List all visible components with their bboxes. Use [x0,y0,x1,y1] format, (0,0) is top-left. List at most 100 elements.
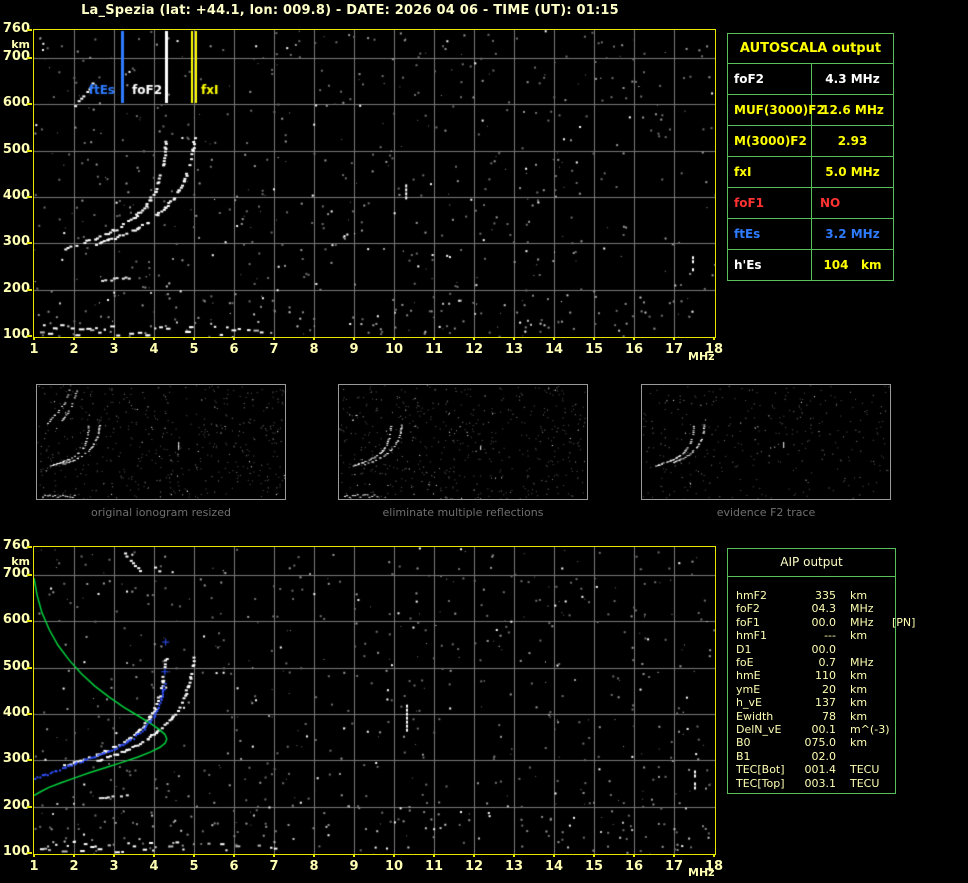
x-ticknub [393,854,395,857]
aip-row-unit: km [850,629,868,643]
aip-row-unit: MHz [850,615,874,629]
x-ticknub [473,854,475,857]
aip-row-foE: foE 0.7 MHz [728,656,895,669]
aip-row-DelN_vE: DelN_vE 00.1 m^(-3) [728,723,895,736]
aip-row-unit: TECU [850,763,880,777]
x-ticknub [153,337,155,340]
x-tick-18-chart0: 18 [704,342,724,357]
aip-row-value: 003.1 [804,776,837,790]
aip-row-label: foE [736,656,754,670]
y-tick-700-chart0: 700 [2,48,30,64]
ionogram-profile-canvas [34,547,715,854]
aip-row-unit: MHz [850,656,874,670]
aip-row-unit: km [850,589,868,602]
y-tick-500-chart1: 500 [2,658,30,674]
aip-row-extra [888,643,895,656]
aip-row-extra [888,589,895,602]
aip-row-TEC[Bot]: TEC[Bot] 001.4 TECU [728,763,895,776]
x-tick-5-chart1: 5 [189,859,199,874]
x-tick-8-chart1: 8 [309,859,319,874]
aip-row-value: 02.0 [811,749,837,763]
autoscala-row-MUF(3000)F2: MUF(3000)F2 12.6 MHz [728,95,893,126]
aip-row-label: foF2 [736,602,760,616]
y-ticknub [27,242,32,245]
autoscala-row-value: 2.93 [837,134,868,148]
aip-row-value: 0.7 [818,656,837,670]
thumbnail-f2-trace-canvas [642,385,890,499]
autoscala-row-M(3000)F2: M(3000)F2 2.93 [728,126,893,157]
x-ticknub [673,854,675,857]
aip-row-B1: B1 02.0 [728,750,895,763]
aip-table-header: AIP output [728,549,895,577]
aip-row-label: hmF1 [736,629,768,643]
aip-row-label: hmF2 [736,589,768,602]
y-ticknub [27,56,32,59]
aip-table-rows: hmF2 335 km foF2 04.3 MHz foF1 00.0 MHz [PN] hmF1 -… [728,577,915,790]
thumbnail-no-reflections-canvas [339,385,587,499]
autoscala-row-label: MUF(3000)F2 [728,95,825,125]
aip-row-unit: km [850,709,868,723]
aip-row-Ewidth: Ewidth 78 km [728,710,895,723]
x-ticknub [273,854,275,857]
aip-row-label: h_vE [736,696,762,710]
x-tick-6-chart1: 6 [229,859,239,874]
autoscala-row-value: 104 km [823,258,882,272]
y-ticknub [27,712,32,715]
x-ticknub [593,854,595,857]
x-tick-11-chart0: 11 [424,342,444,357]
aip-row-extra: [PN] [892,615,916,629]
y-ticknub [27,195,32,198]
x-ticknub [33,854,35,857]
ionogram-main-canvas [34,30,715,337]
aip-row-extra [888,750,895,763]
y-ticknub [27,852,32,854]
x-tick-13-chart0: 13 [504,342,524,357]
x-ticknub [113,854,115,857]
thumbnail-no-reflections [338,384,588,500]
autoscala-row-value: 12.6 MHz [821,103,884,117]
aip-row-value: 00.0 [811,615,837,629]
aip-row-hmF1: hmF1 --- km [728,629,895,642]
aip-row-label: TEC[Top] [736,776,785,790]
aip-row-label: hmE [736,669,761,683]
aip-row-TEC[Top]: TEC[Top] 003.1 TECU [728,777,895,790]
x-ticknub [433,337,435,340]
aip-row-extra [888,602,895,615]
aip-row-B0: B0 075.0 km [728,736,895,749]
autoscala-row-foF2: foF2 4.3 MHz [728,64,893,95]
aip-row-unit: TECU [850,776,880,790]
x-tick-7-chart0: 7 [269,342,279,357]
autoscala-table-header: AUTOSCALA output [728,34,893,64]
aip-row-extra [888,763,895,776]
caption-original-ionogram: original ionogram resized [91,506,231,519]
aip-row-extra [888,777,895,790]
x-tick-4-chart1: 4 [149,859,159,874]
x-ticknub [153,854,155,857]
aip-row-extra [888,629,895,642]
autoscala-row-fxI: fxI 5.0 MHz [728,157,893,188]
x-tick-7-chart1: 7 [269,859,279,874]
aip-row-extra [888,656,895,669]
x-tick-6-chart0: 6 [229,342,239,357]
autoscala-row-value: 3.2 MHz [825,227,880,241]
y-tick-300-chart0: 300 [2,234,30,250]
aip-row-label: B0 [736,736,751,750]
x-tick-13-chart1: 13 [504,859,524,874]
x-ticknub [313,854,315,857]
aip-row-D1: D1 00.0 [728,643,895,656]
y-ticknub [27,573,32,576]
aip-row-label: D1 [736,642,752,656]
x-ticknub [553,337,555,340]
aip-row-value: 04.3 [811,602,837,616]
y-tick-600-chart0: 600 [2,95,30,111]
y-tick-300-chart1: 300 [2,751,30,767]
y-tick-600-chart1: 600 [2,612,30,628]
x-ticknub [633,337,635,340]
x-tick-17-chart1: 17 [664,859,684,874]
y-tick-700-chart1: 700 [2,565,30,581]
x-tick-2-chart1: 2 [69,859,79,874]
y-ticknub [27,103,32,106]
x-ticknub [73,337,75,340]
autoscala-row-ftEs: ftEs 3.2 MHz [728,219,893,250]
aip-row-value: 78 [822,709,836,723]
